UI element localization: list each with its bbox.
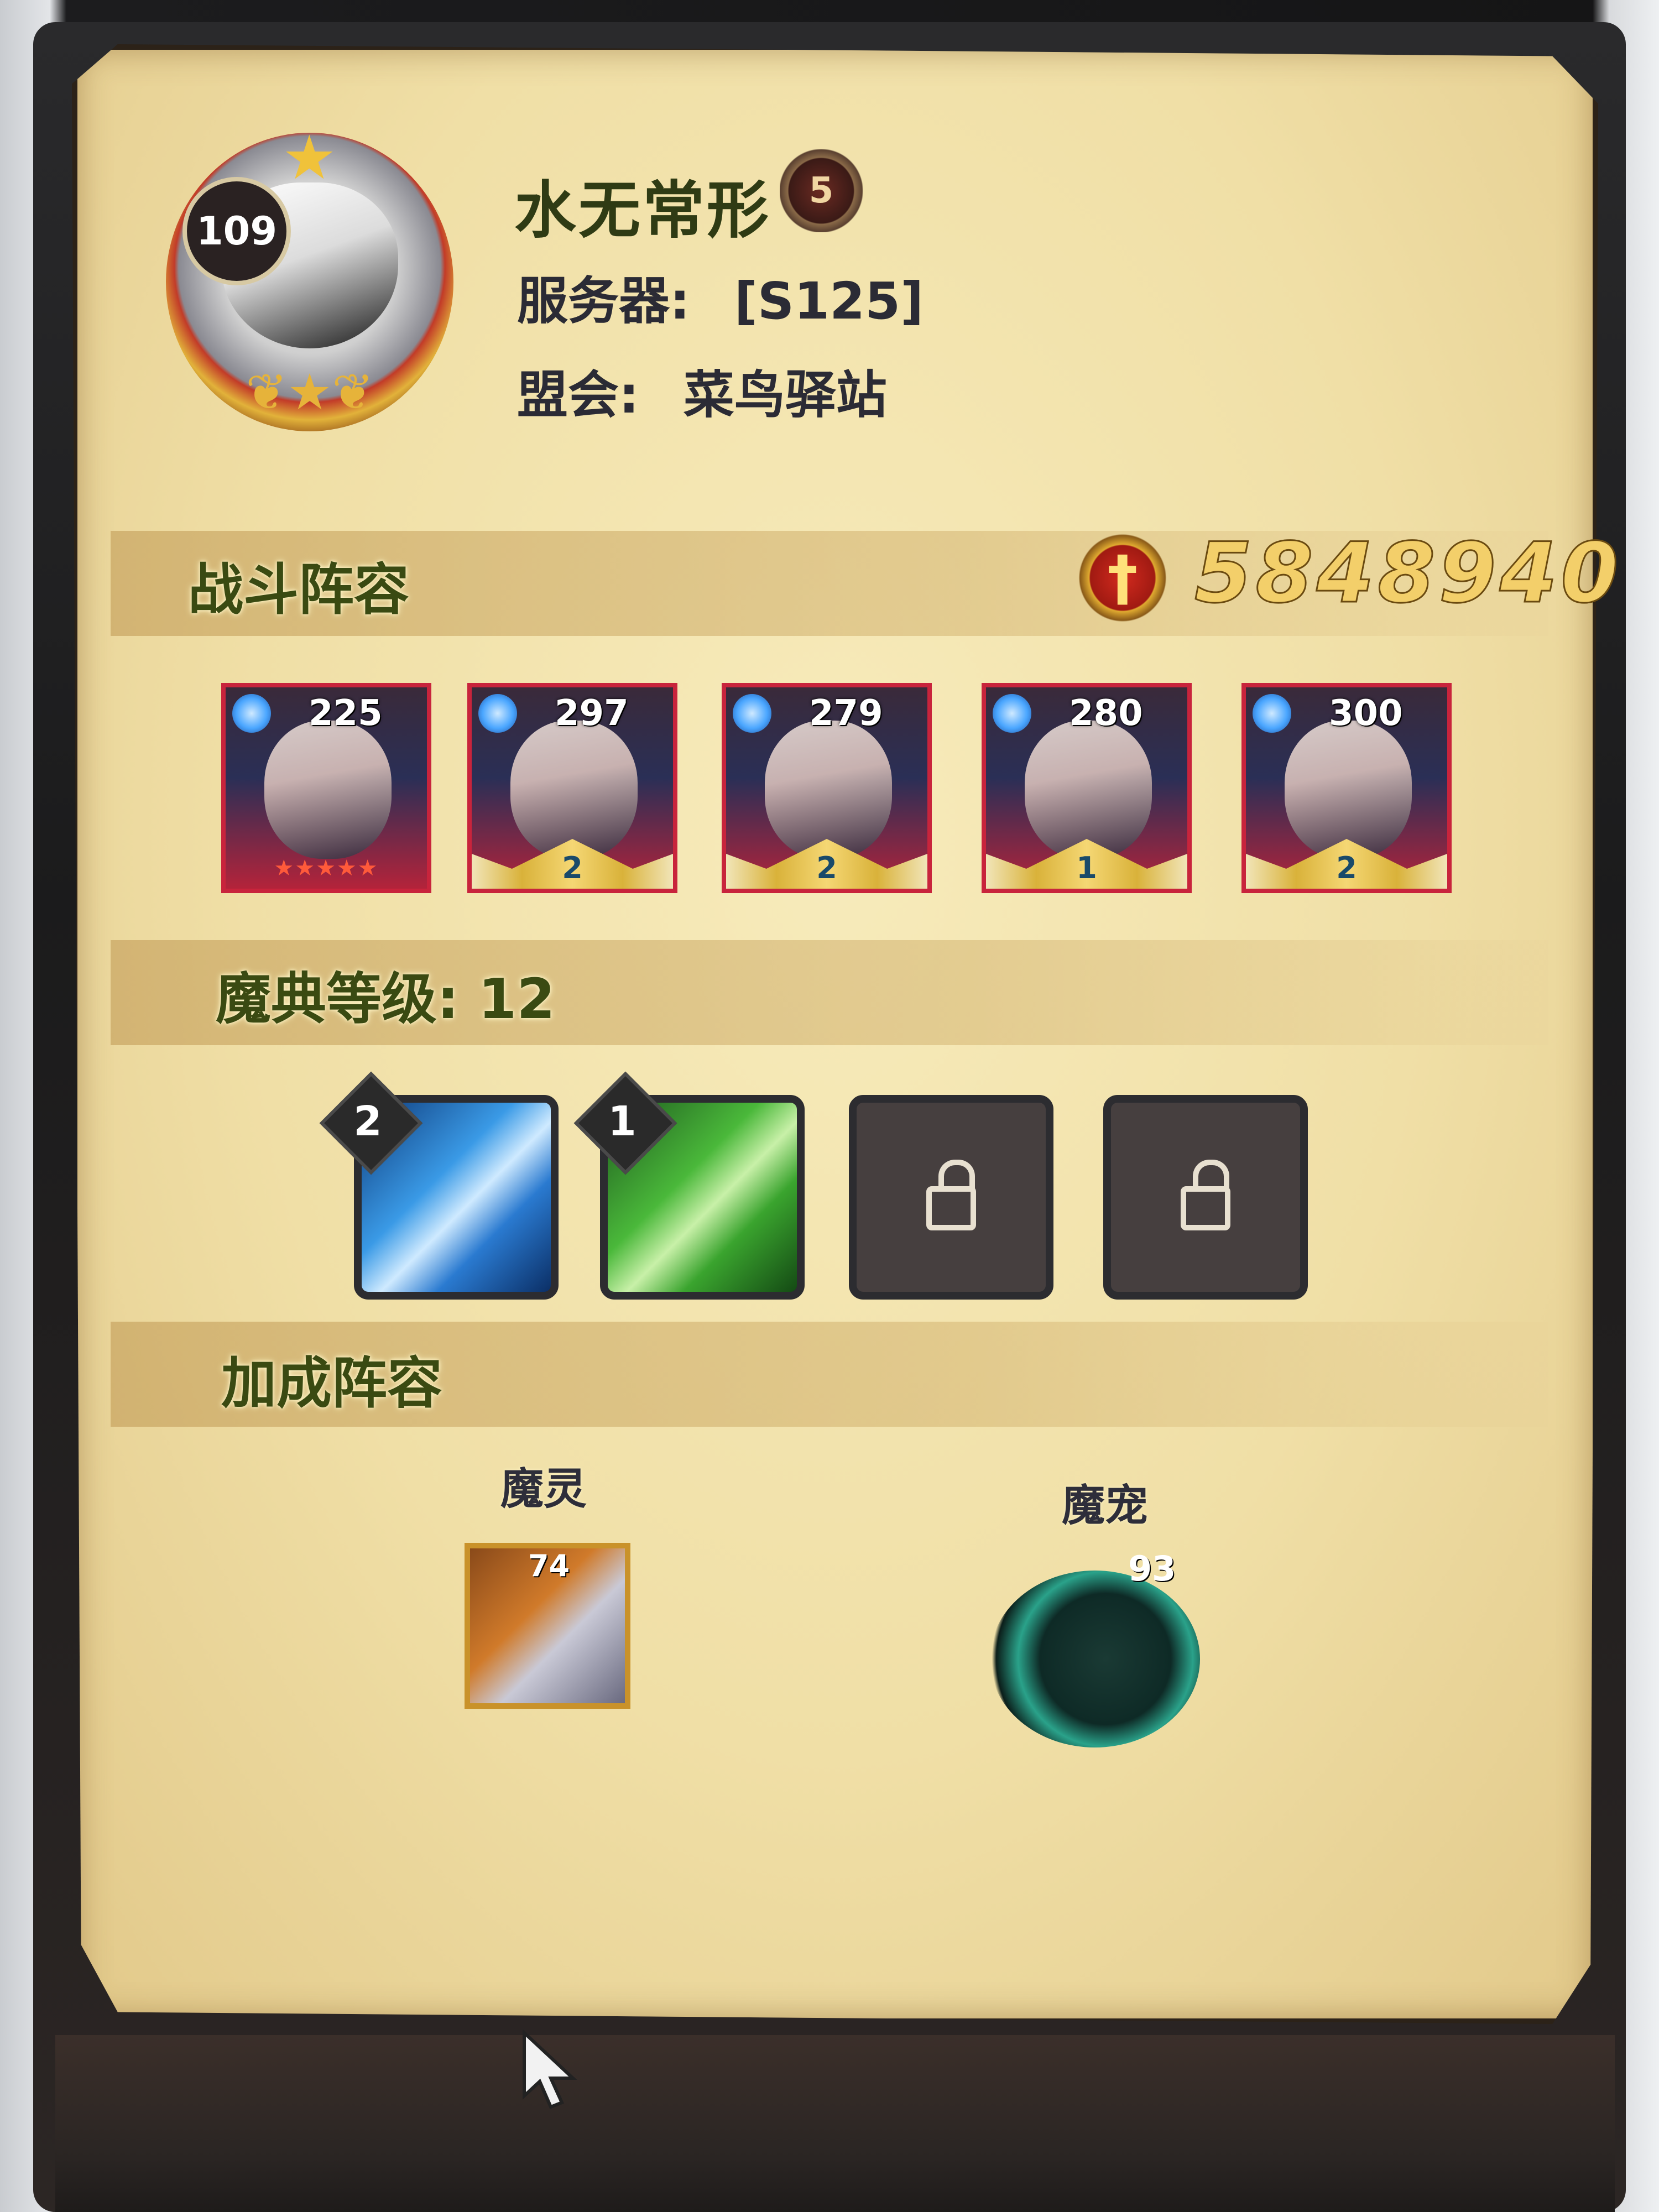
hero-card[interactable]: 280 1 — [982, 683, 1192, 893]
star-icon: ★ — [282, 122, 337, 193]
hero-star-badge: 1 — [1076, 851, 1097, 885]
water-element-icon — [478, 694, 517, 733]
hero-level: 225 — [309, 693, 383, 734]
hero-portrait — [264, 721, 392, 859]
hero-portrait — [765, 721, 892, 859]
pet-level: 93 — [1128, 1548, 1176, 1589]
bonus-lineup-title: 加成阵容 — [221, 1351, 442, 1416]
rank-badge: 5 — [780, 149, 863, 232]
hero-level: 300 — [1329, 693, 1403, 734]
spirit-level: 74 — [528, 1548, 570, 1583]
grimoire-level-title: 魔典等级: 12 — [216, 967, 555, 1031]
guild-label: 盟会: — [517, 366, 639, 425]
lock-icon — [1181, 1160, 1230, 1230]
server-info: 服务器: [S125] — [517, 260, 924, 333]
spirit-label: 魔灵 — [500, 1464, 587, 1514]
player-level-badge: 109 — [182, 177, 291, 285]
water-element-icon — [993, 694, 1031, 733]
mouse-cursor-icon — [523, 2030, 577, 2109]
server-value: [S125] — [734, 272, 924, 331]
hero-star-badge: 2 — [816, 851, 837, 885]
hero-portrait — [510, 721, 638, 859]
water-element-icon — [733, 694, 771, 733]
slot-rank-number: 2 — [353, 1098, 382, 1145]
hero-card[interactable]: 300 2 — [1241, 683, 1452, 893]
hero-level: 297 — [555, 693, 629, 734]
hero-card[interactable]: 225 ★★★★★ — [221, 683, 431, 893]
slot-rank-number: 1 — [608, 1098, 637, 1145]
player-name: 水无常形 — [514, 175, 771, 247]
combat-power-icon: † — [1078, 531, 1167, 625]
pet-avatar[interactable] — [990, 1571, 1200, 1747]
locked-slot[interactable] — [1103, 1095, 1308, 1300]
server-label: 服务器: — [517, 272, 690, 331]
hero-star-badge: 2 — [562, 851, 583, 885]
hero-stars: ★★★★★ — [274, 855, 379, 881]
lock-icon — [926, 1160, 976, 1230]
hero-card[interactable]: 279 2 — [722, 683, 932, 893]
hero-portrait — [1285, 721, 1412, 859]
laurel-icon: ❦★❦ — [246, 363, 374, 421]
hero-star-badge: 2 — [1336, 851, 1357, 885]
hero-level: 279 — [809, 693, 883, 734]
locked-slot[interactable] — [849, 1095, 1053, 1300]
water-element-icon — [232, 694, 271, 733]
battle-lineup-title: 战斗阵容 — [188, 557, 409, 622]
guild-value: 菜鸟驿站 — [683, 366, 887, 425]
water-element-icon — [1253, 694, 1291, 733]
combat-power-value: 5848940 — [1194, 525, 1622, 623]
hero-card[interactable]: 297 2 — [467, 683, 677, 893]
hero-portrait — [1025, 721, 1152, 859]
hero-level: 280 — [1069, 693, 1143, 734]
guild-info: 盟会: 菜鸟驿站 — [517, 354, 887, 427]
screen-bottom-area — [55, 2035, 1615, 2212]
pet-label: 魔宠 — [1062, 1481, 1149, 1531]
